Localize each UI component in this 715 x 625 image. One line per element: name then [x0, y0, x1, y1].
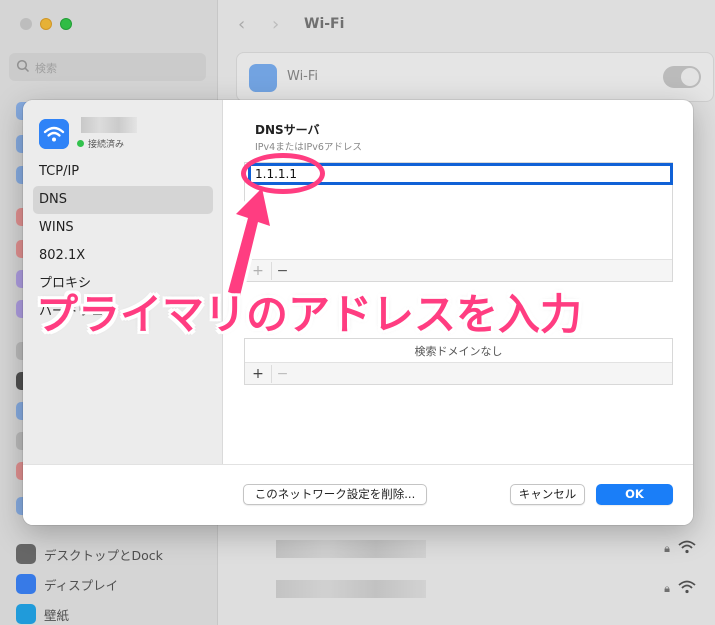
tab-tcpip[interactable]: TCP/IP	[33, 158, 213, 186]
tab-label: TCP/IP	[39, 164, 80, 179]
annotation-caption: プライマリのアドレスを入力	[36, 290, 583, 339]
delete-configuration-button[interactable]: このネットワーク設定を削除...	[243, 484, 427, 505]
connection-status: 接続済み	[77, 137, 124, 150]
dns-servers-title: DNSサーバ	[255, 123, 320, 137]
wifi-icon	[39, 119, 69, 149]
tab-dns[interactable]: DNS	[33, 186, 213, 214]
dns-servers-subtitle: IPv4またはIPv6アドレス	[255, 142, 362, 153]
network-name-blurred	[81, 117, 137, 133]
remove-search-domain-button[interactable]: −	[271, 365, 293, 383]
add-search-domain-button[interactable]: +	[247, 365, 269, 383]
cancel-button[interactable]: キャンセル	[510, 484, 585, 505]
tab-label: DNS	[39, 192, 67, 207]
dns-list-toolbar: + −	[245, 259, 672, 281]
ok-button[interactable]: OK	[596, 484, 673, 505]
tab-wins[interactable]: WINS	[33, 214, 213, 242]
tab-8021x[interactable]: 802.1X	[33, 242, 213, 270]
search-domain-empty-text: 検索ドメインなし	[414, 345, 503, 358]
annotation-highlight-ellipse	[241, 153, 325, 194]
search-domain-toolbar: + −	[245, 362, 672, 384]
add-dns-button[interactable]: +	[247, 262, 269, 280]
tab-label: 802.1X	[39, 248, 86, 263]
status-text: 接続済み	[88, 140, 125, 150]
search-domain-list: 検索ドメインなし + −	[244, 338, 673, 385]
tab-label: WINS	[39, 220, 74, 235]
status-dot-icon	[77, 140, 84, 147]
sheet-footer-left	[23, 464, 223, 525]
remove-dns-button[interactable]: −	[271, 262, 293, 280]
